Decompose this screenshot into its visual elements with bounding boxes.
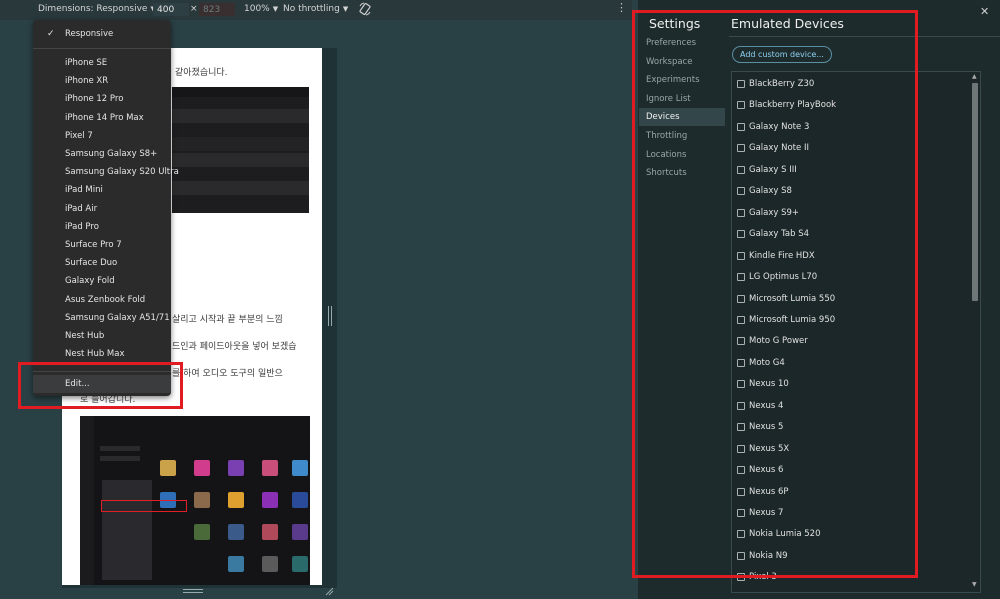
thumbnail [292, 460, 308, 476]
thumbnail [194, 460, 210, 476]
dropdown-item-label: Surface Duo [65, 258, 118, 269]
page-text-line: 드인과 페이드아웃을 넣어 보겠습 [172, 342, 297, 352]
resize-corner-icon[interactable] [325, 587, 334, 596]
dropdown-item[interactable]: iPad Pro [33, 218, 171, 236]
dimension-separator: × [190, 4, 198, 14]
thumbnail [194, 524, 210, 540]
dropdown-item[interactable]: iPhone XR [33, 72, 171, 90]
image-row [172, 153, 309, 167]
dropdown-item-label: iPad Mini [65, 185, 103, 196]
caret-down-icon: ▼ [272, 5, 279, 13]
annotation-highlight-settings [632, 10, 918, 578]
annotation-highlight-edit [18, 362, 183, 409]
throttling-label: No throttling [283, 4, 340, 14]
highlight-box [101, 500, 187, 512]
dropdown-item-label: iPhone XR [65, 76, 109, 87]
dropdown-item-label: Nest Hub Max [65, 349, 125, 360]
thumbnail [262, 492, 278, 508]
caret-down-icon: ▼ [342, 5, 349, 13]
dropdown-item-label: Galaxy Fold [65, 276, 115, 287]
page-text-line: 를 하여 오디오 도구의 일반으 [172, 369, 283, 379]
thumbnail [262, 556, 278, 572]
scroll-up-icon[interactable]: ▲ [972, 73, 977, 80]
dropdown-item[interactable]: Nest Hub Max [33, 345, 171, 363]
dropdown-item[interactable]: iPhone 12 Pro [33, 90, 171, 108]
thumbnail [292, 556, 308, 572]
page-text-line: 살리고 시작과 끝 부분의 느낌 [172, 315, 283, 325]
dropdown-item-label: iPhone SE [65, 58, 108, 68]
context-menu-image [102, 480, 152, 580]
dropdown-item-responsive[interactable]: ✓ Responsive [33, 25, 171, 43]
dropdown-item[interactable]: iPhone 14 Pro Max [33, 109, 171, 127]
thumbnail [262, 524, 278, 540]
dropdown-item-label: iPhone 14 Pro Max [65, 112, 144, 123]
thumbnail [292, 492, 308, 508]
dimensions-dropdown[interactable]: Dimensions: Responsive▼ [38, 4, 156, 14]
scroll-down-icon[interactable]: ▼ [972, 581, 977, 588]
rotate-icon[interactable] [358, 2, 372, 16]
dropdown-item-label: iPad Air [65, 203, 98, 214]
check-icon: ✓ [47, 29, 55, 39]
dropdown-item[interactable]: Asus Zenbook Fold [33, 291, 171, 309]
device-dropdown-menu: ✓ Responsive iPhone SE iPhone XR iPhone 12… [33, 20, 179, 396]
dropdown-item[interactable]: Galaxy Fold [33, 272, 171, 290]
divider [33, 48, 171, 49]
thumbnail [194, 492, 210, 508]
list-scrollbar[interactable]: ▲ ▼ [971, 73, 979, 591]
image-row [172, 137, 309, 151]
thumbnail [228, 492, 244, 508]
thumbnail [228, 460, 244, 476]
dropdown-item[interactable]: Surface Duo [33, 254, 171, 272]
screenshot-image-1 [172, 87, 309, 213]
thumbnail [262, 460, 278, 476]
dropdown-item-label: Asus Zenbook Fold [65, 294, 146, 305]
thumbnail [228, 556, 244, 572]
dropdown-item-label: Samsung Galaxy S20 Ultra [65, 167, 179, 178]
dropdown-item[interactable]: Samsung Galaxy S20 Ultra [33, 163, 179, 181]
dropdown-item[interactable]: Nest Hub [33, 327, 171, 345]
dropdown-item-label: Samsung Galaxy A51/71 [65, 312, 170, 323]
dropdown-item[interactable]: Samsung Galaxy S8+ [33, 145, 171, 163]
thumbnail [292, 524, 308, 540]
thumbnail [228, 524, 244, 540]
page-text-line: 같아졌습니다. [175, 68, 228, 78]
image-row [172, 181, 309, 195]
device-toolbar: Dimensions: Responsive▼ 400 × 823 100%▼ … [0, 0, 632, 20]
zoom-dropdown[interactable]: 100% ▼ [244, 4, 278, 14]
dropdown-item-label: Samsung Galaxy S8+ [65, 149, 158, 159]
scroll-thumb[interactable] [972, 83, 978, 301]
throttling-dropdown[interactable]: No throttling ▼ [283, 4, 348, 14]
dropdown-item-label: iPhone 12 Pro [65, 94, 124, 105]
dropdown-item[interactable]: Pixel 7 [33, 127, 171, 145]
image-row [100, 456, 140, 461]
dropdown-item[interactable]: Surface Pro 7 [33, 236, 171, 254]
zoom-label: 100% [244, 4, 270, 14]
resize-handle-right[interactable] [328, 306, 332, 326]
dropdown-item-label: Nest Hub [65, 331, 105, 341]
close-icon[interactable]: ✕ [980, 5, 989, 18]
screenshot-image-2 [80, 416, 310, 585]
more-vertical-icon[interactable]: ⋮ [616, 2, 627, 13]
dropdown-item-label: Pixel 7 [65, 130, 93, 141]
height-input[interactable]: 823 [199, 3, 235, 16]
dropdown-item-label: iPad Pro [65, 221, 99, 232]
dropdown-item[interactable]: Samsung Galaxy A51/71 [33, 309, 171, 327]
dropdown-item-label: Responsive [65, 29, 114, 39]
thumbnail [160, 460, 176, 476]
image-side-panel [80, 416, 94, 585]
dimensions-label: Dimensions: Responsive [38, 4, 148, 14]
dropdown-item-label: Surface Pro 7 [65, 240, 122, 250]
image-row [100, 446, 140, 451]
dropdown-item[interactable]: iPad Mini [33, 181, 171, 199]
image-row [172, 109, 309, 123]
dropdown-item[interactable]: iPad Air [33, 200, 171, 218]
image-header [172, 87, 309, 97]
resize-handle-bottom[interactable] [183, 589, 203, 593]
dropdown-item[interactable]: iPhone SE [33, 54, 171, 72]
width-input[interactable]: 400 [153, 3, 189, 16]
